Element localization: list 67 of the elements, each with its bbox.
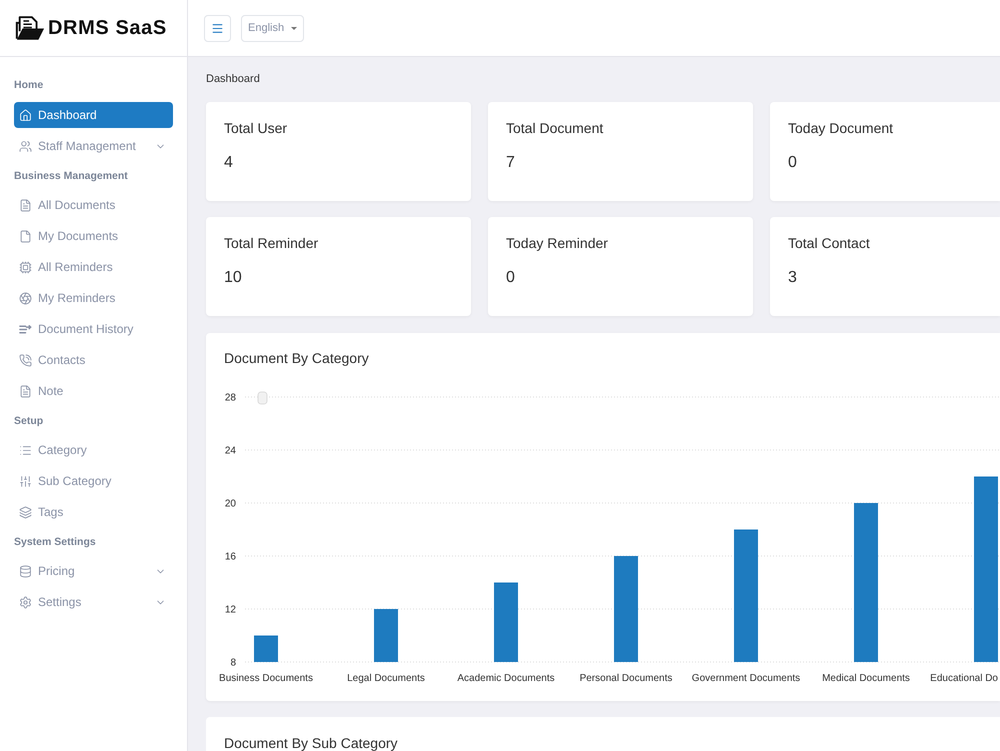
menu-button[interactable] bbox=[204, 14, 231, 42]
chart-title: Document By Category bbox=[223, 350, 370, 366]
y-tick-label: 28 bbox=[224, 392, 236, 404]
x-axis-label: Academic Documents bbox=[457, 673, 555, 684]
sidebar-section-title: Setup bbox=[14, 414, 44, 429]
sidebar-item[interactable]: Note bbox=[14, 378, 173, 404]
sidebar-item[interactable]: Staff Management bbox=[14, 133, 173, 159]
file-icon bbox=[19, 230, 32, 242]
aperture-icon bbox=[19, 292, 32, 304]
stat-value: 0 bbox=[788, 153, 798, 173]
sidebar-item[interactable]: Document History bbox=[14, 316, 173, 342]
y-tick-label: 16 bbox=[224, 552, 236, 562]
chip-icon bbox=[19, 260, 32, 274]
language-select[interactable]: English bbox=[241, 14, 304, 42]
x-axis-label: Personal Documents bbox=[580, 673, 672, 684]
breadcrumb: Dashboard bbox=[206, 72, 261, 86]
sidebar-item[interactable]: Category bbox=[14, 437, 173, 463]
users-icon bbox=[19, 140, 32, 152]
stat-label: Total Document bbox=[506, 120, 604, 136]
bar bbox=[254, 636, 278, 662]
sidebar-item[interactable]: Settings bbox=[14, 589, 173, 615]
x-axis-label: Business Documents bbox=[219, 673, 313, 684]
stat-label: Today Reminder bbox=[506, 235, 609, 251]
sidebar-item[interactable]: Contacts bbox=[14, 347, 173, 373]
x-axis-label: Government Documents bbox=[692, 673, 800, 684]
stat-value: 0 bbox=[506, 268, 516, 288]
stat-value: 3 bbox=[788, 268, 798, 288]
stat-value: 10 bbox=[224, 268, 243, 288]
sidebar-item[interactable]: My Reminders bbox=[14, 285, 173, 311]
sidebar-item[interactable]: My Documents bbox=[14, 223, 173, 249]
stat-label: Total Reminder bbox=[224, 235, 320, 251]
document-icon bbox=[19, 384, 32, 398]
home-icon bbox=[19, 108, 32, 122]
x-axis-label: Medical Documents bbox=[822, 673, 910, 684]
bar bbox=[374, 609, 398, 662]
stat-value: 7 bbox=[506, 153, 516, 173]
x-axis-label: Legal Documents bbox=[347, 673, 425, 684]
stat-label: Total User bbox=[224, 120, 288, 136]
document-icon bbox=[19, 198, 32, 212]
sidebar-section-title: System Settings bbox=[14, 535, 97, 550]
menu-icon bbox=[211, 22, 224, 34]
sidebar-item[interactable]: Tags bbox=[14, 499, 173, 525]
sidebar-item[interactable]: All Documents bbox=[14, 192, 173, 218]
phone-icon bbox=[19, 354, 32, 366]
caret-icon bbox=[291, 26, 298, 30]
y-tick-label: 20 bbox=[224, 498, 236, 510]
lines-arrow-icon bbox=[19, 322, 32, 336]
layers-icon bbox=[19, 506, 32, 518]
y-tick-label: 12 bbox=[224, 604, 236, 616]
sidebar-section-title: Home bbox=[14, 78, 44, 93]
settings-icon bbox=[19, 596, 32, 608]
sidebar-item[interactable]: Pricing bbox=[14, 558, 173, 584]
sidebar-item[interactable]: Dashboard bbox=[14, 102, 173, 128]
y-tick-label: 24 bbox=[224, 446, 236, 456]
stat-label: Total Contact bbox=[788, 235, 871, 251]
stat-value: 4 bbox=[224, 153, 234, 173]
sidebar-item[interactable]: All Reminders bbox=[14, 254, 173, 280]
chart-title: Document By Sub Category bbox=[223, 735, 399, 751]
stat-label: Today Document bbox=[788, 120, 894, 136]
x-axis-label: Educational Do bbox=[930, 673, 998, 684]
sliders-icon bbox=[19, 474, 32, 488]
folder-documents-icon bbox=[15, 15, 45, 41]
sidebar-item[interactable]: Sub Category bbox=[14, 468, 173, 494]
sidebar-section-title: Business Management bbox=[14, 169, 129, 184]
y-tick-label: 8 bbox=[230, 658, 236, 668]
brand-name: DRMS SaaS bbox=[48, 16, 167, 41]
database-icon bbox=[19, 564, 32, 578]
